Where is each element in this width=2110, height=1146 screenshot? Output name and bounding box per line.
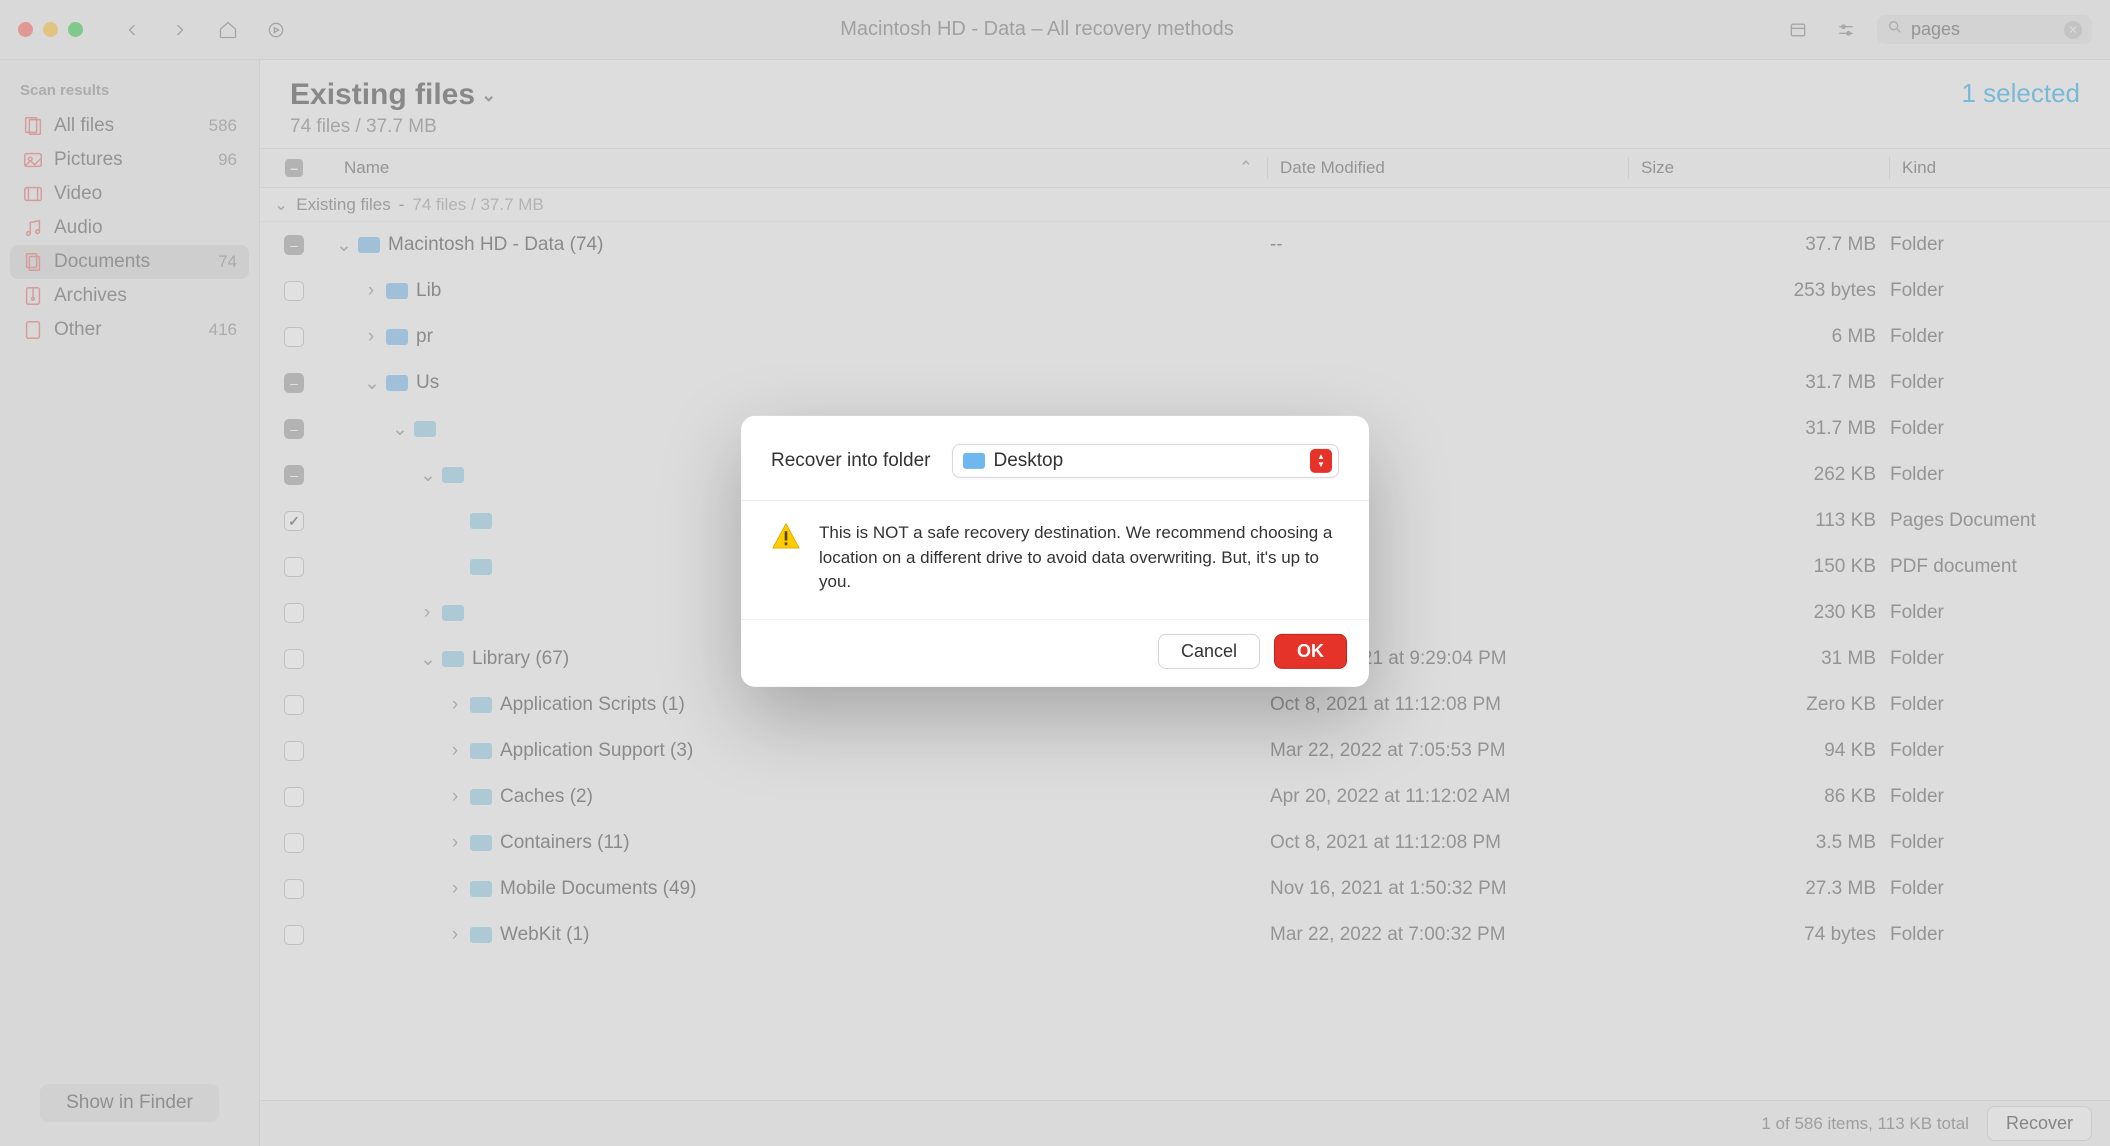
updown-stepper-icon: ▲▼: [1310, 449, 1332, 473]
recover-destination-dialog: Recover into folder Desktop ▲▼ This is N…: [741, 416, 1369, 687]
warning-text: This is NOT a safe recovery destination.…: [819, 521, 1339, 595]
dialog-label: Recover into folder: [771, 450, 930, 472]
folder-icon: [963, 453, 985, 469]
cancel-button[interactable]: Cancel: [1158, 634, 1260, 669]
destination-folder-name: Desktop: [993, 450, 1063, 472]
destination-folder-select[interactable]: Desktop ▲▼: [952, 444, 1339, 478]
warning-icon: [771, 521, 801, 551]
ok-button[interactable]: OK: [1274, 634, 1347, 669]
